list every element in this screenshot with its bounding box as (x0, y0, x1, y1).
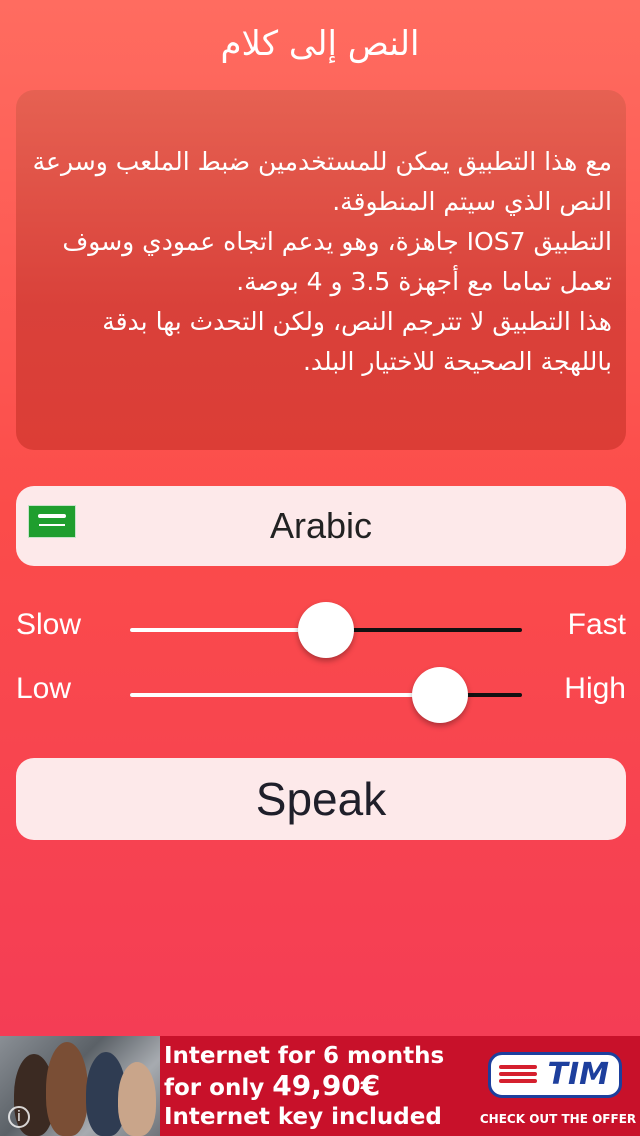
description-paragraph: التطبيق IOS7 جاهزة، وهو يدعم اتجاه عمودي… (62, 227, 612, 296)
rate-slider[interactable] (130, 602, 522, 658)
rate-max-label: Fast (567, 608, 626, 641)
language-label: Arabic (269, 505, 373, 546)
pitch-min-label: Low (16, 672, 72, 705)
pitch-slider-fill (130, 693, 440, 697)
pitch-slider[interactable] (130, 667, 522, 723)
description-paragraph: مع هذا التطبيق يمكن للمستخدمين ضبط الملع… (32, 147, 612, 216)
ad-banner[interactable]: Internet for 6 months for only 49,90€ In… (0, 1036, 640, 1136)
tim-brand-name: TIM (547, 1057, 609, 1092)
language-select-button[interactable]: Arabic (16, 486, 626, 566)
info-icon[interactable]: i (8, 1106, 30, 1128)
pitch-slider-thumb[interactable] (411, 667, 468, 723)
page-title: النص إلى كلام (220, 24, 420, 64)
description-text-area[interactable]: مع هذا التطبيق يمكن للمستخدمين ضبط الملع… (16, 90, 626, 450)
rate-slider-thumb[interactable] (298, 602, 354, 658)
ad-line-1: Internet for 6 months (164, 1043, 445, 1069)
pitch-max-label: High (564, 672, 626, 705)
tim-stripes-icon (499, 1065, 537, 1086)
ad-line-2: for only 49,90€ (164, 1071, 474, 1103)
ad-text: Internet for 6 months for only 49,90€ In… (164, 1042, 474, 1132)
rate-slider-fill (130, 628, 326, 632)
description-paragraph: هذا التطبيق لا تترجم النص، ولكن التحدث ب… (102, 307, 612, 376)
ad-cta[interactable]: CHECK OUT THE OFFER (478, 1112, 638, 1126)
speak-button[interactable]: Speak (16, 758, 626, 840)
rate-min-label: Slow (16, 608, 82, 641)
ad-line-3: Internet key included (164, 1104, 442, 1130)
tim-logo: TIM (488, 1052, 622, 1098)
ad-line-2-prefix: for only (164, 1075, 273, 1101)
ad-price: 49,90€ (272, 1069, 381, 1102)
